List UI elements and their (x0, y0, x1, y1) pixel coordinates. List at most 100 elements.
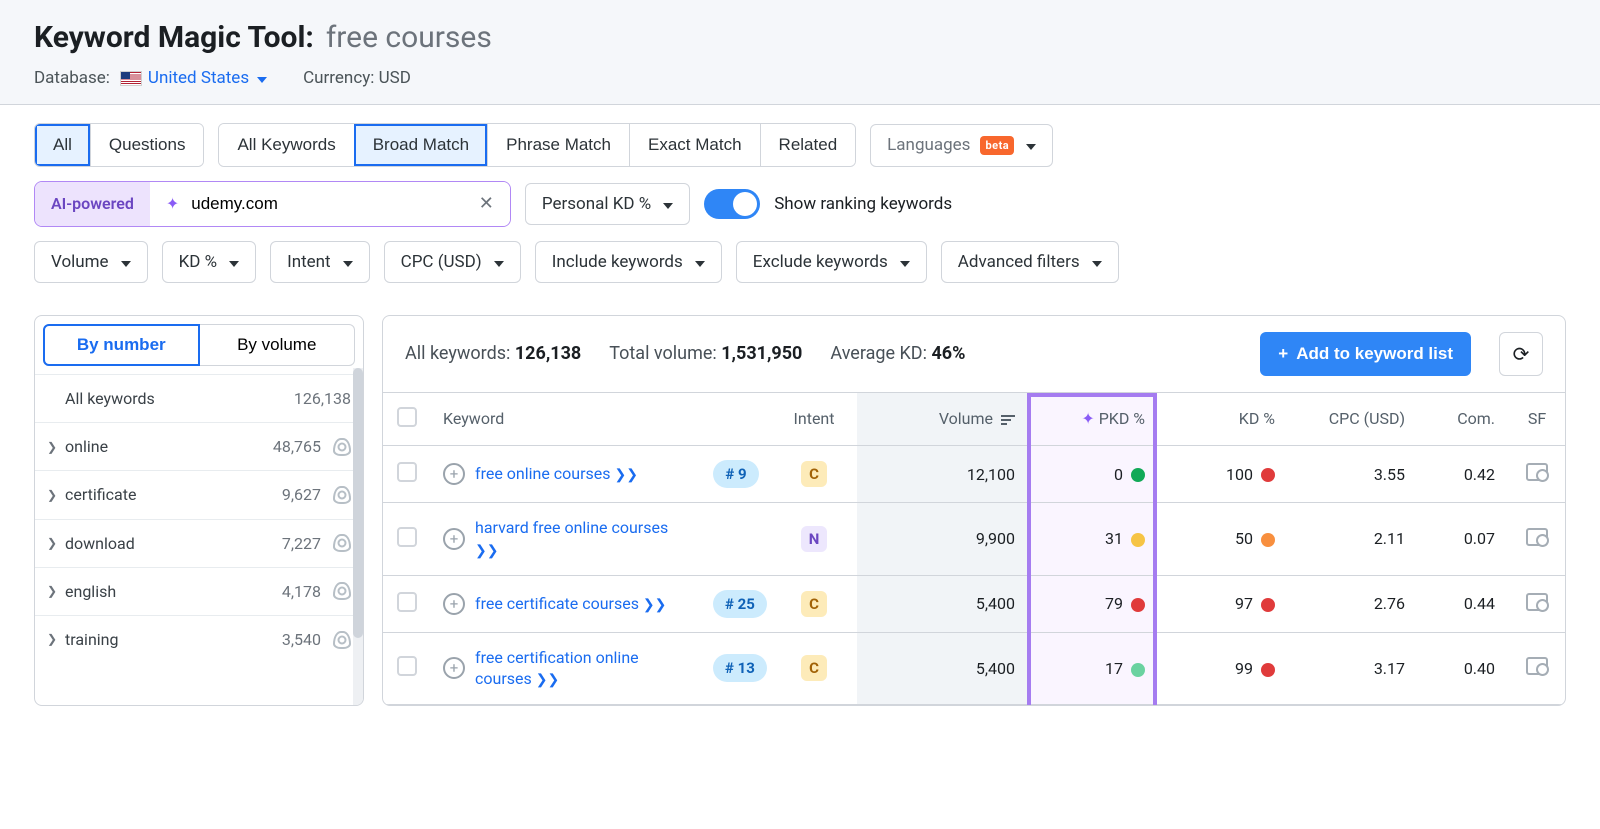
add-to-keyword-list-button[interactable]: +Add to keyword list (1260, 332, 1471, 376)
row-checkbox[interactable] (397, 527, 417, 547)
difficulty-dot-icon (1131, 663, 1145, 677)
sparkle-icon: ✦ (166, 194, 179, 213)
languages-filter[interactable]: Languages beta (870, 124, 1053, 166)
domain-input[interactable] (189, 193, 469, 215)
keyword-link[interactable]: free certification online courses ❯❯ (475, 647, 689, 690)
eye-icon[interactable] (333, 534, 351, 552)
col-serp-features[interactable]: SF (1507, 393, 1565, 446)
personal-kd-filter[interactable]: Personal KD % (525, 183, 690, 225)
database-selector[interactable]: United States (120, 68, 267, 88)
cell-kd: 50 (1157, 503, 1287, 575)
database-label: Database: (34, 68, 110, 88)
col-keyword[interactable]: Keyword (431, 393, 771, 446)
sidebar-group-online[interactable]: ❯online48,765 (35, 422, 363, 470)
match-phrase-match[interactable]: Phrase Match (487, 124, 629, 166)
serp-features-icon[interactable] (1526, 528, 1548, 546)
filter-cpc[interactable]: CPC (USD) (384, 241, 521, 283)
expand-keyword-icon[interactable]: + (443, 528, 465, 550)
difficulty-dot-icon (1131, 468, 1145, 482)
row-checkbox[interactable] (397, 462, 417, 482)
match-related[interactable]: Related (760, 124, 856, 166)
expand-keyword-icon[interactable]: + (443, 463, 465, 485)
filter-exclude-keywords[interactable]: Exclude keywords (736, 241, 927, 283)
sidebar-group-english[interactable]: ❯english4,178 (35, 567, 363, 615)
cell-pkd: 31 (1027, 503, 1157, 575)
keyword-link[interactable]: free online courses ❯❯ (475, 463, 638, 485)
col-intent[interactable]: Intent (771, 393, 857, 446)
refresh-button[interactable]: ⟳ (1499, 332, 1543, 376)
chevron-down-icon (492, 252, 504, 272)
chevron-down-icon (255, 68, 267, 88)
keyword-link[interactable]: free certificate courses ❯❯ (475, 593, 666, 615)
sidebar-group-certificate[interactable]: ❯certificate9,627 (35, 470, 363, 518)
chevron-right-icon: ❯ (47, 440, 65, 454)
sidebar-group-count: 9,627 (249, 485, 321, 504)
languages-label: Languages (887, 135, 970, 155)
filter-intent[interactable]: Intent (270, 241, 370, 283)
chevron-right-icon: ❯ (47, 536, 65, 550)
sidebar-group-count: 7,227 (249, 534, 321, 553)
row-checkbox[interactable] (397, 592, 417, 612)
col-volume[interactable]: Volume (857, 393, 1027, 446)
cell-volume: 5,400 (857, 575, 1027, 632)
row-checkbox[interactable] (397, 656, 417, 676)
col-com[interactable]: Com. (1417, 393, 1507, 446)
col-pkd[interactable]: ✦ PKD % (1027, 393, 1157, 446)
currency-label: Currency: (303, 68, 374, 88)
sidebar-group-label: online (65, 437, 249, 456)
table-row: +free online courses ❯❯# 9C12,10001003.5… (383, 446, 1565, 503)
chevron-down-icon (693, 252, 705, 272)
filter-kd[interactable]: KD % (162, 241, 257, 283)
summary-all-keywords: 126,138 (515, 343, 581, 364)
match-broad-match[interactable]: Broad Match (354, 124, 487, 166)
sidebar-group-label: training (65, 630, 249, 649)
rank-badge: # 9 (713, 460, 758, 488)
table-row: +harvard free online courses ❯❯N9,900315… (383, 503, 1565, 575)
tab-by-volume[interactable]: By volume (200, 324, 356, 366)
serp-features-icon[interactable] (1526, 657, 1548, 675)
serp-features-icon[interactable] (1526, 463, 1548, 481)
serp-features-icon[interactable] (1526, 593, 1548, 611)
filter-include-keywords[interactable]: Include keywords (535, 241, 722, 283)
sidebar-scrollbar[interactable] (353, 368, 363, 705)
eye-icon[interactable] (333, 438, 351, 456)
match-all-keywords[interactable]: All Keywords (219, 124, 353, 166)
cell-pkd: 0 (1027, 446, 1157, 503)
chevron-down-icon (227, 252, 239, 272)
cell-cpc: 2.11 (1287, 503, 1417, 575)
match-exact-match[interactable]: Exact Match (629, 124, 760, 166)
select-all-checkbox[interactable] (397, 407, 417, 427)
cell-com: 0.42 (1417, 446, 1507, 503)
filter-advanced[interactable]: Advanced filters (941, 241, 1119, 283)
sidebar-all-keywords[interactable]: All keywords 126,138 (35, 374, 363, 422)
chevron-down-icon (898, 252, 910, 272)
show-ranking-toggle[interactable] (704, 189, 760, 219)
tab-by-number[interactable]: By number (43, 324, 200, 366)
filter-volume[interactable]: Volume (34, 241, 148, 283)
difficulty-dot-icon (1261, 598, 1275, 612)
open-icon: ❯❯ (475, 543, 498, 559)
col-cpc[interactable]: CPC (USD) (1287, 393, 1417, 446)
eye-icon[interactable] (333, 486, 351, 504)
match-segment: All KeywordsBroad MatchPhrase MatchExact… (218, 123, 856, 167)
sidebar-group-download[interactable]: ❯download7,227 (35, 519, 363, 567)
keyword-groups-sidebar: By number By volume All keywords 126,138… (34, 315, 364, 706)
eye-icon[interactable] (333, 631, 351, 649)
open-icon: ❯❯ (536, 672, 559, 688)
expand-keyword-icon[interactable]: + (443, 593, 465, 615)
eye-icon[interactable] (333, 582, 351, 600)
chevron-right-icon: ❯ (47, 488, 65, 502)
keyword-link[interactable]: harvard free online courses ❯❯ (475, 517, 689, 560)
open-icon: ❯❯ (643, 597, 666, 613)
expand-keyword-icon[interactable]: + (443, 657, 465, 679)
clear-domain-icon[interactable]: ✕ (479, 193, 494, 215)
col-kd[interactable]: KD % (1157, 393, 1287, 446)
sidebar-all-keywords-count: 126,138 (279, 389, 351, 408)
scope-all[interactable]: All (35, 124, 90, 166)
intent-badge: C (801, 655, 827, 681)
scope-segment: All Questions (34, 123, 204, 167)
scope-questions[interactable]: Questions (90, 124, 204, 166)
header: Keyword Magic Tool: free courses Databas… (0, 0, 1600, 104)
chevron-down-icon (661, 194, 673, 214)
sidebar-group-training[interactable]: ❯training3,540 (35, 615, 363, 663)
